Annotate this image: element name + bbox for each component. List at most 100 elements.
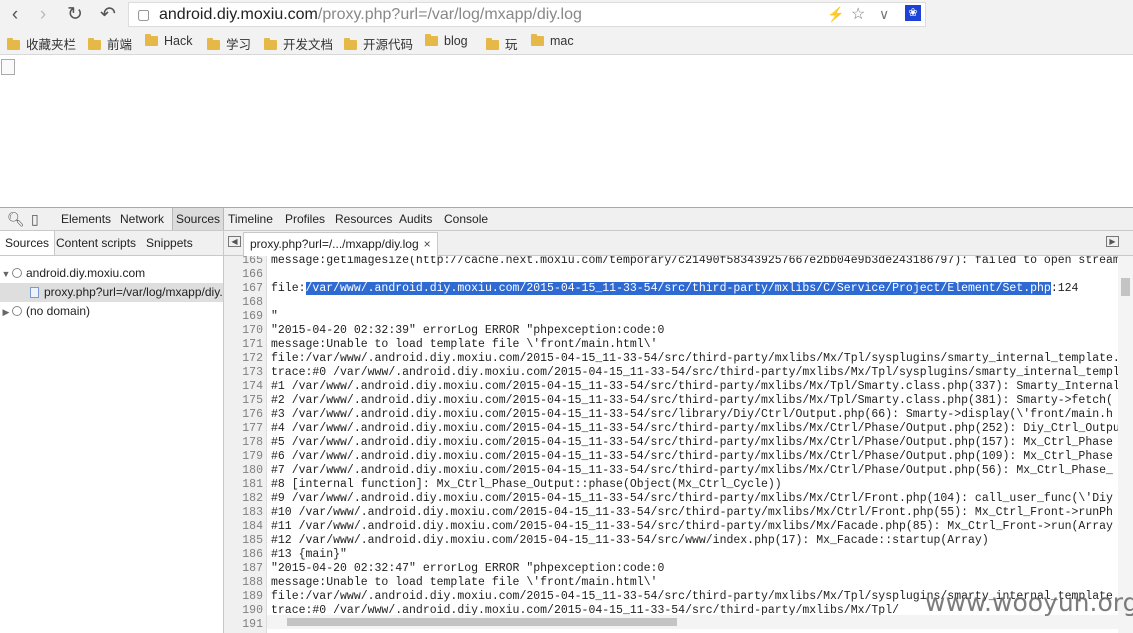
bookmark-folder[interactable]: 前端 <box>88 34 132 53</box>
line-number[interactable]: 186 <box>224 548 263 562</box>
line-number[interactable]: 189 <box>224 590 263 604</box>
toggle-debugger-icon[interactable]: ▶ <box>1106 236 1119 247</box>
bookmark-folder[interactable]: mac <box>531 34 574 48</box>
chevron-down-icon[interactable]: ∨ <box>879 3 889 26</box>
tree-item-domain[interactable]: ▼ android.diy.moxiu.com <box>0 264 223 283</box>
reload-button[interactable]: ↻ <box>63 3 87 27</box>
selected-text: /var/www/.android.diy.moxiu.com/2015-04-… <box>305 282 1051 295</box>
bookmark-folder[interactable]: 学习 <box>207 34 251 53</box>
back-button[interactable]: ‹ <box>3 3 27 27</box>
line-number[interactable]: 169 <box>224 310 263 324</box>
line-number[interactable]: 182 <box>224 492 263 506</box>
line-number[interactable]: 174 <box>224 380 263 394</box>
bookmark-folder[interactable]: blog <box>425 34 468 48</box>
device-mode-icon[interactable]: ▯ <box>31 209 39 229</box>
line-number[interactable]: 179 <box>224 450 263 464</box>
expand-triangle-icon[interactable]: ▼ <box>0 265 12 283</box>
navigator-tabs: Sources Content scripts Snippets <box>0 231 223 256</box>
bookmark-folder[interactable]: 开源代码 <box>344 34 413 53</box>
close-icon[interactable]: × <box>424 237 431 251</box>
nav-tab-content-scripts[interactable]: Content scripts <box>56 231 136 255</box>
tab-elements[interactable]: Elements <box>61 208 111 230</box>
undo-icon: ↶ <box>100 4 116 25</box>
line-number[interactable]: 184 <box>224 520 263 534</box>
paw-extension-icon[interactable]: ❀ <box>905 5 921 21</box>
tree-item-no-domain[interactable]: ▶ (no domain) <box>0 302 223 321</box>
line-number[interactable]: 167 <box>224 282 263 296</box>
line-number[interactable]: 172 <box>224 352 263 366</box>
bookmark-folder[interactable]: 开发文档 <box>264 34 333 53</box>
line-number[interactable]: 180 <box>224 464 263 478</box>
line-number[interactable]: 176 <box>224 408 263 422</box>
code-line: 177 #4 /var/www/.android.diy.moxiu.com/20… <box>224 422 1133 436</box>
bookmark-folder[interactable]: Hack <box>145 34 192 48</box>
nav-tab-sources[interactable]: Sources <box>0 231 56 255</box>
code-line: 168 <box>224 296 1133 310</box>
code-text: #8 [internal function]: Mx_Ctrl_Phase_Ou… <box>271 478 782 491</box>
address-url[interactable]: android.diy.moxiu.com/proxy.php?url=/var… <box>159 6 582 24</box>
vertical-scrollbar[interactable] <box>1118 256 1133 633</box>
line-number[interactable]: 188 <box>224 576 263 590</box>
bookmark-folder[interactable]: 收藏夹栏 <box>7 34 76 53</box>
tab-profiles[interactable]: Profiles <box>285 208 325 230</box>
folder-icon <box>207 38 220 50</box>
search-icon[interactable]: 🔍︎ <box>7 209 25 229</box>
line-number[interactable]: 168 <box>224 296 263 310</box>
code-text-prefix: file: <box>271 282 306 295</box>
code-line: 166 <box>224 268 1133 282</box>
code-text: #10 /var/www/.android.diy.moxiu.com/2015… <box>271 506 1113 519</box>
page-info-icon[interactable]: ▢ <box>137 3 150 26</box>
line-number[interactable]: 181 <box>224 478 263 492</box>
line-number[interactable]: 166 <box>224 268 263 282</box>
toggle-navigator-icon[interactable]: ◀ <box>228 236 241 247</box>
tab-audits[interactable]: Audits <box>399 208 432 230</box>
code-line: 176 #3 /var/www/.android.diy.moxiu.com/20… <box>224 408 1133 422</box>
star-icon[interactable]: ☆ <box>851 3 865 26</box>
code-text: "2015-04-20 02:32:39" errorLog ERROR "ph… <box>271 324 665 337</box>
folder-icon <box>425 34 438 46</box>
collapse-triangle-icon[interactable]: ▶ <box>0 303 12 321</box>
tab-resources[interactable]: Resources <box>335 208 392 230</box>
code-text: message:Unable to load template file \'f… <box>271 338 658 351</box>
line-number[interactable]: 175 <box>224 394 263 408</box>
tab-console[interactable]: Console <box>444 208 488 230</box>
scroll-thumb[interactable] <box>1121 278 1130 296</box>
code-line: 178 #5 /var/www/.android.diy.moxiu.com/20… <box>224 436 1133 450</box>
line-number[interactable]: 185 <box>224 534 263 548</box>
line-number[interactable]: 170 <box>224 324 263 338</box>
forward-button[interactable]: › <box>31 3 55 27</box>
editor-file-tab[interactable]: proxy.php?url=/.../mxapp/diy.log × <box>243 232 438 256</box>
code-line: 173 trace:#0 /var/www/.android.diy.moxiu.… <box>224 366 1133 380</box>
tree-item-file[interactable]: proxy.php?url=/var/log/mxapp/diy.log <box>0 283 223 302</box>
line-number[interactable]: 173 <box>224 366 263 380</box>
tab-network[interactable]: Network <box>120 208 164 230</box>
line-number[interactable]: 191 <box>224 618 263 632</box>
address-bar[interactable]: ▢ android.diy.moxiu.com/proxy.php?url=/v… <box>128 2 926 27</box>
broken-image-icon <box>1 59 15 75</box>
tab-timeline[interactable]: Timeline <box>228 208 273 230</box>
code-text: file:/var/www/.android.diy.moxiu.com/201… <box>271 352 1133 365</box>
nav-tab-snippets[interactable]: Snippets <box>146 231 193 255</box>
browser-toolbar: ‹ › ↻ ↶ ▢ android.diy.moxiu.com/proxy.ph… <box>0 0 1133 30</box>
editor-tabbar: ◀ proxy.php?url=/.../mxapp/diy.log × ▶ <box>224 231 1133 256</box>
undo-button[interactable]: ↶ <box>96 3 120 27</box>
editor-pane: ◀ proxy.php?url=/.../mxapp/diy.log × ▶ 16… <box>224 231 1133 633</box>
code-text: #5 /var/www/.android.diy.moxiu.com/2015-… <box>271 436 1113 449</box>
lightning-icon[interactable]: ⚡ <box>827 3 844 26</box>
line-number[interactable]: 165 <box>224 256 263 268</box>
line-number[interactable]: 177 <box>224 422 263 436</box>
code-text-suffix: :124 <box>1050 282 1079 295</box>
code-text: message:Unable to load template file \'f… <box>271 576 658 589</box>
line-number[interactable]: 187 <box>224 562 263 576</box>
line-number[interactable]: 190 <box>224 604 263 618</box>
line-number[interactable]: 178 <box>224 436 263 450</box>
line-number[interactable]: 171 <box>224 338 263 352</box>
watermark: www.wooyun.org <box>925 588 1133 617</box>
scroll-thumb[interactable] <box>287 618 677 626</box>
bookmark-folder[interactable]: 玩 <box>486 34 518 53</box>
line-number[interactable]: 183 <box>224 506 263 520</box>
code-line: 182 #9 /var/www/.android.diy.moxiu.com/20… <box>224 492 1133 506</box>
horizontal-scrollbar[interactable] <box>267 615 1118 629</box>
code-editor[interactable]: 165 message:getimagesize(http://cache.nex… <box>224 256 1133 633</box>
tab-sources[interactable]: Sources <box>172 208 225 230</box>
